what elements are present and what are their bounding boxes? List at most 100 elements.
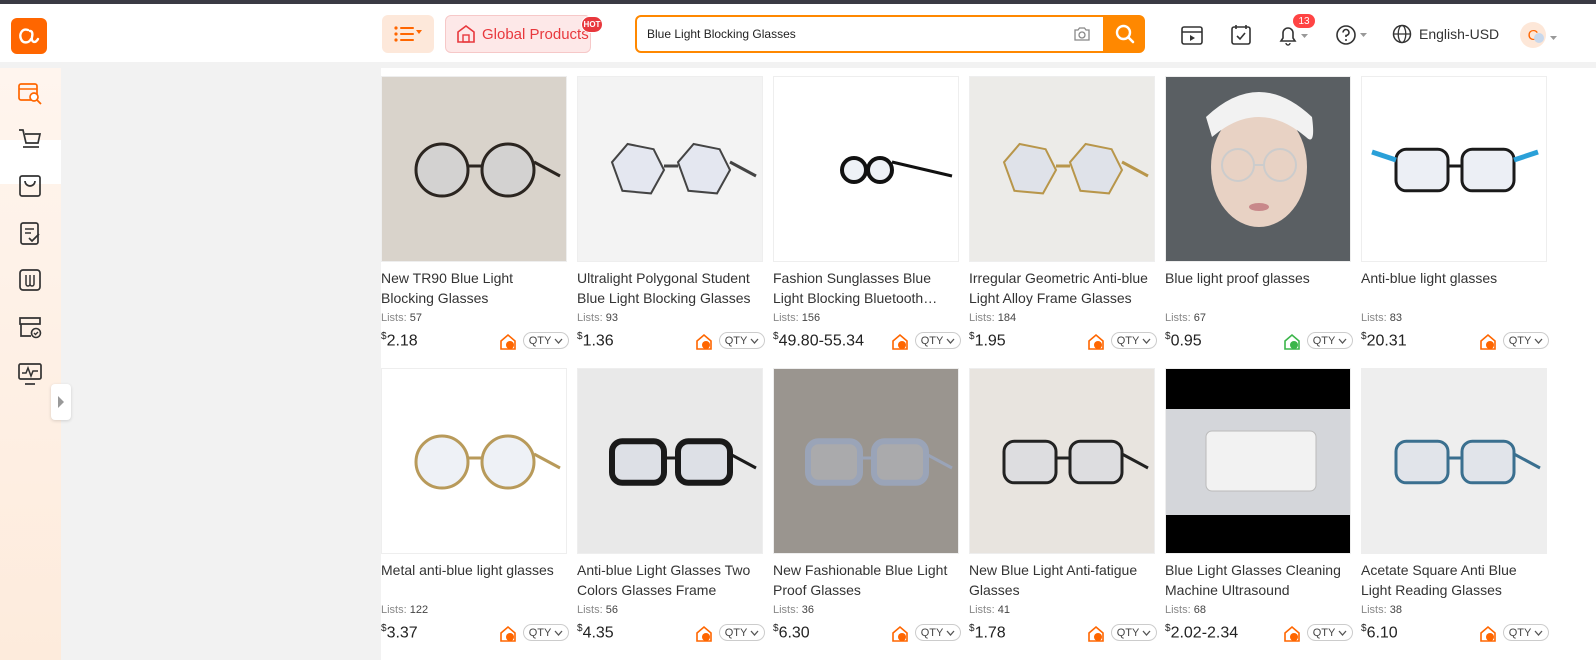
help-icon[interactable] — [1335, 24, 1371, 51]
product-image[interactable] — [1165, 76, 1351, 262]
category-menu-button[interactable] — [382, 15, 434, 53]
shop-house-icon[interactable] — [499, 333, 517, 356]
lists-label: Lists: — [1165, 312, 1191, 324]
product-card[interactable]: Ultralight Polygonal Student Blue Light … — [577, 76, 765, 352]
qty-dropdown[interactable]: QTY — [523, 332, 569, 349]
product-name[interactable]: Anti-blue Light Glasses Two Colors Glass… — [577, 560, 765, 600]
lists-value: 184 — [997, 312, 1017, 324]
sidebar-item-orders[interactable] — [17, 173, 43, 199]
qty-dropdown[interactable]: QTY — [1111, 332, 1157, 349]
qty-dropdown[interactable]: QTY — [1503, 332, 1549, 349]
chevron-down-icon — [750, 338, 759, 344]
product-card[interactable]: Anti-blue light glasses Lists: 83 $20.31 QT… — [1361, 76, 1549, 352]
shop-house-icon[interactable] — [695, 625, 713, 648]
product-card[interactable]: Irregular Geometric Anti-blue Light Allo… — [969, 76, 1157, 352]
qty-label: QTY — [920, 626, 944, 639]
lists-label: Lists: — [1361, 604, 1387, 616]
qty-dropdown[interactable]: QTY — [1111, 624, 1157, 641]
lists-label: Lists: — [969, 312, 995, 324]
shop-house-icon[interactable] — [1479, 333, 1497, 356]
lists-label: Lists: — [577, 312, 603, 324]
search-button[interactable] — [1104, 15, 1145, 53]
product-name[interactable]: New Blue Light Anti-fatigue Glasses — [969, 560, 1157, 600]
product-image[interactable] — [577, 76, 763, 262]
language-selector[interactable]: English-USD — [1392, 24, 1499, 44]
product-name[interactable]: Anti-blue light glasses — [1361, 268, 1549, 308]
shop-house-icon[interactable] — [1479, 625, 1497, 648]
product-name[interactable]: Metal anti-blue light glasses — [381, 560, 569, 600]
product-card[interactable]: Acetate Square Anti Blue Light Reading G… — [1361, 368, 1549, 644]
qty-dropdown[interactable]: QTY — [523, 624, 569, 641]
qty-label: QTY — [724, 626, 748, 639]
product-lists-count: Lists: 41 — [969, 604, 1157, 618]
sidebar-expand-button[interactable] — [51, 384, 71, 420]
lists-value: 57 — [409, 312, 422, 324]
product-card[interactable]: Metal anti-blue light glasses Lists: 122 $… — [381, 368, 569, 644]
shop-house-icon[interactable] — [1087, 625, 1105, 648]
qty-dropdown[interactable]: QTY — [915, 624, 961, 641]
shop-house-icon[interactable] — [695, 333, 713, 356]
cj-logo[interactable] — [11, 18, 47, 54]
product-card[interactable]: Anti-blue Light Glasses Two Colors Glass… — [577, 368, 765, 644]
chevron-down-icon — [1338, 338, 1347, 344]
calendar-check-icon[interactable] — [1229, 24, 1253, 51]
product-image[interactable] — [1361, 368, 1547, 554]
shop-house-icon[interactable] — [1087, 333, 1105, 356]
product-name[interactable]: New TR90 Blue Light Blocking Glasses — [381, 268, 569, 308]
product-name[interactable]: Blue light proof glasses — [1165, 268, 1353, 308]
shopping-bag-icon — [19, 175, 41, 197]
product-card[interactable]: New TR90 Blue Light Blocking Glasses List… — [381, 76, 569, 352]
product-name[interactable]: Fashion Sunglasses Blue Light Blocking B… — [773, 268, 961, 308]
video-icon[interactable] — [1180, 24, 1204, 51]
product-card[interactable]: New Blue Light Anti-fatigue Glasses Lists… — [969, 368, 1157, 644]
shop-house-icon[interactable] — [1283, 333, 1301, 356]
qty-dropdown[interactable]: QTY — [719, 332, 765, 349]
price-row: $20.31 QTY — [1361, 330, 1549, 352]
sidebar-item-analytics[interactable] — [17, 361, 43, 387]
sidebar-item-cart[interactable] — [17, 126, 43, 152]
product-name[interactable]: New Fashionable Blue Light Proof Glasses — [773, 560, 961, 600]
shop-house-icon[interactable] — [1283, 625, 1301, 648]
product-image[interactable] — [1165, 368, 1351, 554]
product-name[interactable]: Irregular Geometric Anti-blue Light Allo… — [969, 268, 1157, 308]
qty-dropdown[interactable]: QTY — [1307, 624, 1353, 641]
product-price: $0.95 — [1165, 331, 1202, 350]
list-icon — [394, 26, 422, 42]
sidebar-item-inventory[interactable] — [17, 267, 43, 293]
search-input[interactable] — [647, 27, 1057, 41]
qty-dropdown[interactable]: QTY — [915, 332, 961, 349]
global-products-button[interactable]: Global Products — [445, 15, 591, 53]
product-image[interactable] — [381, 368, 567, 554]
product-image[interactable] — [969, 368, 1155, 554]
qty-dropdown[interactable]: QTY — [1307, 332, 1353, 349]
product-card[interactable]: Blue Light Glasses Cleaning Machine Ultr… — [1165, 368, 1353, 644]
top-header: Global Products HOT 13 English-USD C — [0, 4, 1596, 62]
price-value: 3.37 — [386, 624, 418, 642]
product-name[interactable]: Ultralight Polygonal Student Blue Light … — [577, 268, 765, 308]
shop-house-icon[interactable] — [499, 625, 517, 648]
qty-dropdown[interactable]: QTY — [719, 624, 765, 641]
sidebar-item-product-search[interactable] — [17, 80, 43, 106]
product-image[interactable] — [577, 368, 763, 554]
shop-house-icon[interactable] — [891, 625, 909, 648]
product-name[interactable]: Blue Light Glasses Cleaning Machine Ultr… — [1165, 560, 1353, 600]
product-image[interactable] — [773, 368, 959, 554]
shop-house-icon[interactable] — [891, 333, 909, 356]
product-card[interactable]: Fashion Sunglasses Blue Light Blocking B… — [773, 76, 961, 352]
lists-label: Lists: — [773, 604, 799, 616]
product-image[interactable] — [969, 76, 1155, 262]
product-image[interactable] — [1361, 76, 1547, 262]
product-lists-count: Lists: 83 — [1361, 312, 1549, 326]
product-image[interactable] — [773, 76, 959, 262]
notification-bell-icon[interactable] — [1277, 24, 1311, 51]
sidebar-item-lists[interactable] — [17, 220, 43, 246]
product-card[interactable]: New Fashionable Blue Light Proof Glasses… — [773, 368, 961, 644]
product-lists-count: Lists: 38 — [1361, 604, 1549, 618]
product-name[interactable]: Acetate Square Anti Blue Light Reading G… — [1361, 560, 1549, 600]
product-lists-count: Lists: 56 — [577, 604, 765, 618]
sidebar-item-store[interactable] — [17, 314, 43, 340]
product-card[interactable]: Blue light proof glasses Lists: 67 $0.95 QT… — [1165, 76, 1353, 352]
product-image[interactable] — [381, 76, 567, 262]
camera-icon[interactable] — [1073, 26, 1091, 47]
qty-dropdown[interactable]: QTY — [1503, 624, 1549, 641]
